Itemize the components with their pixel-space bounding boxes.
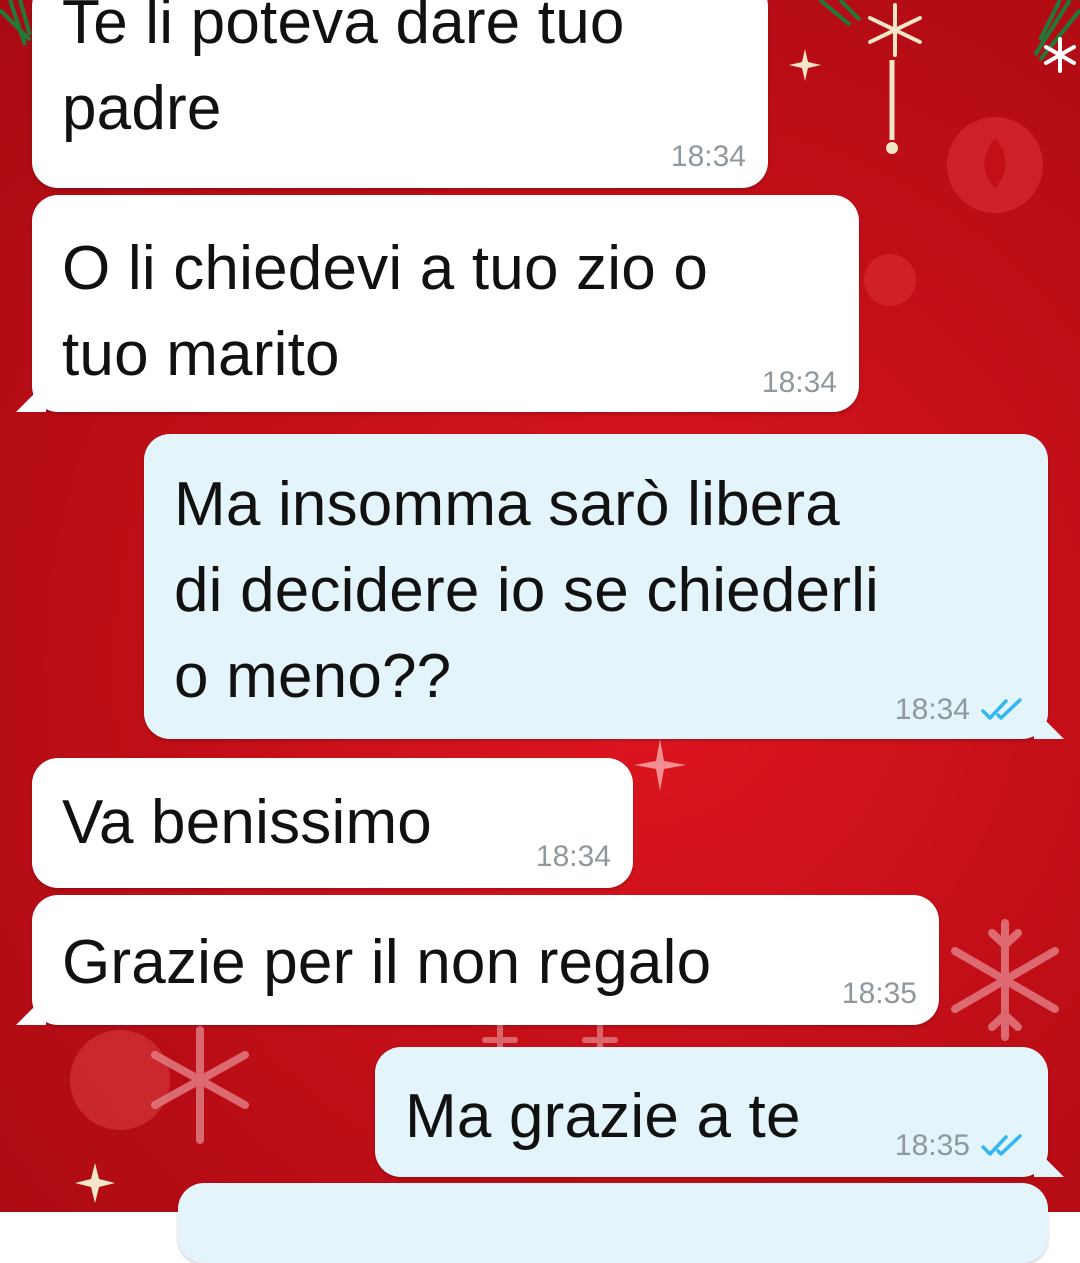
incoming-message[interactable]: Grazie per il non regalo 18:35	[16, 895, 939, 1025]
incoming-message[interactable]: Va benissimo 18:34	[32, 758, 633, 888]
snowflake-icon	[70, 1026, 249, 1144]
message-text: Grazie per il non regalo	[62, 928, 712, 997]
message-timestamp: 18:34	[761, 366, 837, 399]
ornament-stick-icon	[886, 60, 898, 154]
message-text: O li chiedevi a tuo zio o tuo marito	[62, 234, 709, 389]
star-icon	[75, 1163, 115, 1203]
snowflake-icon	[868, 3, 922, 57]
outgoing-message[interactable]: Ma grazie a te 18:35	[375, 1047, 1064, 1177]
logo-watermark-icon	[864, 254, 916, 306]
message-timestamp: 18:35	[894, 1129, 970, 1162]
snowflake-icon	[1044, 37, 1076, 73]
message-timestamp: 18:34	[670, 140, 746, 173]
double-check-icon	[981, 698, 1022, 720]
message-timestamp: 18:34	[535, 840, 611, 873]
outgoing-message[interactable]: Ma insomma sarò libera di decidere io se…	[144, 434, 1064, 739]
double-check-icon	[981, 1134, 1022, 1156]
star-icon	[789, 49, 821, 81]
incoming-message[interactable]: Te li poteva dare tuo padre 18:34	[32, 0, 768, 188]
message-text: Va benissimo	[62, 788, 432, 857]
outgoing-message-partial[interactable]	[178, 1183, 1048, 1263]
message-text: Ma insomma sarò libera di decidere io se…	[174, 470, 880, 711]
message-text: Te li poteva dare tuo padre	[62, 0, 625, 143]
incoming-message[interactable]: O li chiedevi a tuo zio o tuo marito 18:…	[16, 195, 859, 412]
logo-watermark-icon	[947, 117, 1043, 213]
message-timestamp: 18:35	[841, 977, 917, 1010]
snowflake-icon	[951, 919, 1059, 1041]
star-icon	[634, 739, 686, 791]
message-timestamp: 18:34	[894, 693, 970, 726]
message-text: Ma grazie a te	[405, 1082, 801, 1151]
